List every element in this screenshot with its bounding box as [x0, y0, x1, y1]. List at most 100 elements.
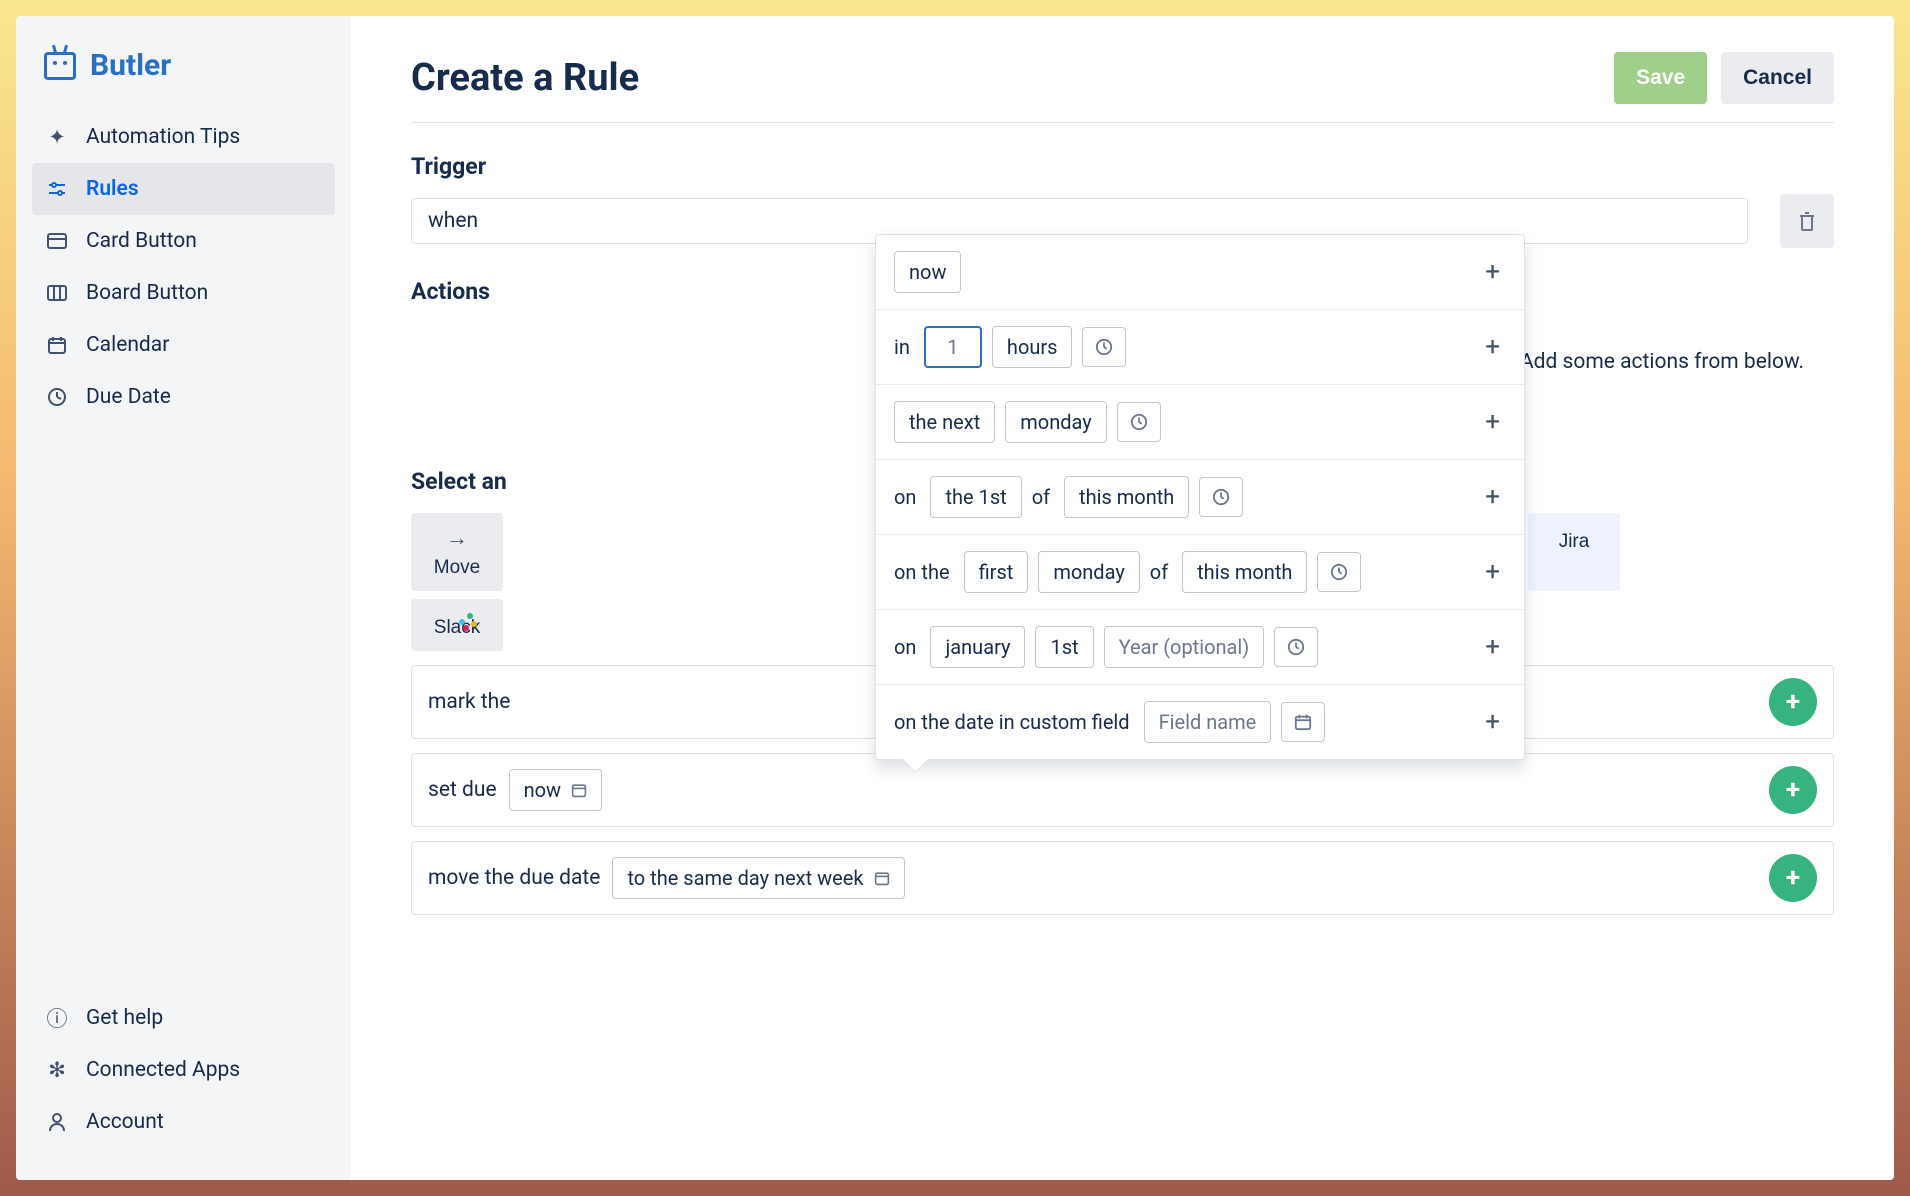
sidebar-item-calendar[interactable]: Calendar — [32, 319, 335, 371]
popover-chip[interactable]: now — [894, 251, 961, 293]
cancel-button[interactable]: Cancel — [1721, 52, 1834, 104]
date-picker-popover: now+in1hours+the nextmonday+onthe 1stoft… — [875, 234, 1525, 760]
tab-jira[interactable]: Jira — [1528, 513, 1620, 591]
time-picker-button[interactable] — [1199, 477, 1243, 517]
butler-logo-icon — [44, 52, 76, 80]
sidebar-item-label: Board Button — [86, 281, 208, 305]
popover-chip[interactable]: monday — [1038, 551, 1139, 593]
popover-chip[interactable]: first — [964, 551, 1029, 593]
date-picker-button[interactable] — [1281, 702, 1325, 742]
sidebar-item-label: Rules — [86, 177, 139, 201]
tab-label: Jira — [1559, 531, 1590, 553]
popover-chip[interactable]: monday — [1005, 401, 1106, 443]
time-picker-button[interactable] — [1317, 552, 1361, 592]
butler-logo: Butler — [32, 48, 335, 111]
sidebar: Butler ✦ Automation Tips Rules Card Butt… — [16, 16, 351, 1180]
add-option-button[interactable]: + — [1479, 332, 1506, 362]
add-option-button[interactable]: + — [1479, 482, 1506, 512]
sidebar-item-label: Automation Tips — [86, 125, 240, 149]
time-picker-button[interactable] — [1082, 327, 1126, 367]
sidebar-item-label: Account — [86, 1110, 164, 1134]
popover-row: on january1st Year (optional) + — [876, 610, 1524, 685]
sidebar-item-label: Connected Apps — [86, 1058, 240, 1082]
action-card-set-due: set due now + — [411, 753, 1834, 827]
sidebar-item-automation-tips[interactable]: ✦ Automation Tips — [32, 111, 335, 163]
popover-row: onthe 1stofthis month+ — [876, 460, 1524, 535]
trash-icon — [1797, 210, 1817, 232]
popover-chip[interactable]: the next — [894, 401, 995, 443]
sidebar-item-board-button[interactable]: Board Button — [32, 267, 335, 319]
popover-mid-text: of — [1150, 560, 1168, 584]
clock-icon — [1212, 488, 1230, 506]
calendar-icon — [46, 334, 68, 356]
sidebar-item-rules[interactable]: Rules — [32, 163, 335, 215]
time-picker-button[interactable] — [1274, 627, 1318, 667]
popover-row: on thefirstmondayofthis month+ — [876, 535, 1524, 610]
popover-prefix: on the date in custom field — [894, 710, 1130, 734]
popover-chip[interactable]: 1 — [924, 326, 982, 368]
page-title: Create a Rule — [411, 56, 639, 100]
add-option-button[interactable]: + — [1479, 707, 1506, 737]
sliders-icon — [46, 178, 68, 200]
info-icon: ⓘ — [46, 1007, 68, 1029]
tab-move[interactable]: → Move — [411, 513, 503, 591]
popover-chip[interactable]: Field name — [1144, 701, 1272, 743]
sidebar-item-connected-apps[interactable]: ✻ Connected Apps — [32, 1044, 335, 1096]
header-buttons: Save Cancel — [1614, 52, 1834, 104]
butler-modal: × Butler ✦ Automation Tips Rules Card Bu… — [16, 16, 1894, 1180]
sidebar-item-get-help[interactable]: ⓘ Get help — [32, 992, 335, 1044]
add-action-button[interactable]: + — [1769, 766, 1817, 814]
tab-label: Move — [434, 557, 480, 579]
popover-chip[interactable]: this month — [1182, 551, 1307, 593]
action-text: mark the — [428, 690, 510, 714]
popover-row: now + — [876, 235, 1524, 310]
popover-row: the nextmonday + — [876, 385, 1524, 460]
trigger-label: Trigger — [411, 153, 1834, 180]
butler-logo-text: Butler — [90, 48, 171, 83]
popover-chip[interactable]: january — [930, 626, 1025, 668]
popover-chip[interactable]: the 1st — [930, 476, 1021, 518]
add-option-button[interactable]: + — [1479, 632, 1506, 662]
sidebar-item-account[interactable]: Account — [32, 1096, 335, 1148]
add-option-button[interactable]: + — [1479, 557, 1506, 587]
main-header: Create a Rule Save Cancel — [411, 52, 1834, 123]
calendar-icon — [874, 870, 890, 886]
sidebar-item-card-button[interactable]: Card Button — [32, 215, 335, 267]
popover-chip[interactable]: this month — [1064, 476, 1189, 518]
popover-chip[interactable]: hours — [992, 326, 1073, 368]
popover-prefix: in — [894, 335, 910, 359]
popover-row: on the date in custom field Field name + — [876, 685, 1524, 759]
calendar-icon — [1294, 713, 1312, 731]
gear-icon: ✻ — [46, 1059, 68, 1081]
clock-icon — [1095, 338, 1113, 356]
sidebar-item-label: Get help — [86, 1006, 163, 1030]
arrow-right-icon: → — [446, 525, 468, 551]
person-icon — [46, 1111, 68, 1133]
same-day-next-week-pill[interactable]: to the same day next week — [612, 857, 904, 899]
popover-prefix: on — [894, 635, 916, 659]
popover-chip[interactable]: 1st — [1035, 626, 1093, 668]
actions-label: Actions — [411, 278, 490, 305]
delete-trigger-button[interactable] — [1780, 194, 1834, 248]
sidebar-item-label: Due Date — [86, 385, 171, 409]
main-content: Create a Rule Save Cancel Trigger when A… — [351, 16, 1894, 1180]
add-action-button[interactable]: + — [1769, 854, 1817, 902]
clock-icon — [1287, 638, 1305, 656]
trigger-when: when — [428, 209, 478, 233]
sparkle-icon: ✦ — [46, 126, 68, 148]
add-option-button[interactable]: + — [1479, 407, 1506, 437]
clock-icon — [1130, 413, 1148, 431]
add-option-button[interactable]: + — [1479, 257, 1506, 287]
action-text: set due — [428, 778, 497, 802]
clock-icon — [46, 386, 68, 408]
time-picker-button[interactable] — [1117, 402, 1161, 442]
pill-label: now — [524, 778, 561, 802]
tab-slack[interactable]: Slack — [411, 599, 503, 651]
sidebar-item-due-date[interactable]: Due Date — [32, 371, 335, 423]
add-action-button[interactable]: + — [1769, 678, 1817, 726]
sidebar-item-label: Calendar — [86, 333, 169, 357]
save-button[interactable]: Save — [1614, 52, 1707, 104]
due-now-pill[interactable]: now — [509, 769, 602, 811]
popover-mid-text: of — [1032, 485, 1050, 509]
popover-chip[interactable]: Year (optional) — [1104, 626, 1265, 668]
